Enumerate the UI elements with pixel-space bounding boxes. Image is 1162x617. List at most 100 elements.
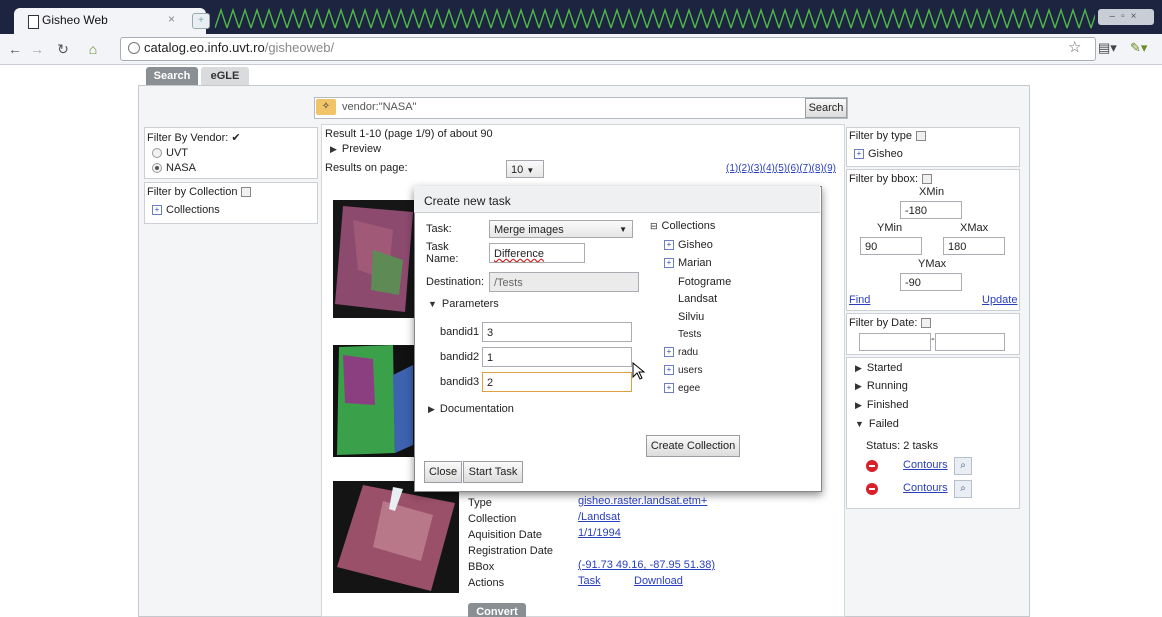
expand-icon[interactable]: +: [152, 205, 162, 216]
document-icon: [28, 15, 39, 29]
expand-icon[interactable]: +: [664, 383, 674, 394]
type-filter-title: Filter by type: [849, 130, 926, 142]
collections-tree-root[interactable]: ⊟ Collections: [650, 220, 715, 232]
documentation-toggle[interactable]: ▶ Documentation: [428, 403, 514, 415]
collection-tree-root[interactable]: + Collections: [152, 204, 220, 216]
vendor-filter-title: Filter By Vendor: ✔: [147, 132, 241, 144]
vendor-option-uvt[interactable]: UVT: [152, 147, 188, 159]
status-failed[interactable]: ▼ Failed: [855, 418, 899, 430]
search-query[interactable]: vendor:"NASA": [342, 101, 416, 113]
magnifier-icon[interactable]: ⌕: [954, 480, 972, 498]
tree-item-tests[interactable]: Tests: [678, 329, 701, 340]
expand-icon[interactable]: +: [854, 149, 864, 160]
detail-bbox-link[interactable]: (-91.73 49.16, -87.95 51.38): [578, 559, 715, 571]
back-icon[interactable]: ←: [6, 40, 24, 58]
param-label-2: bandid2: [440, 351, 480, 363]
ymin-label: YMin: [877, 222, 903, 234]
start-task-button[interactable]: Start Task: [463, 461, 523, 483]
checkbox-icon[interactable]: [922, 174, 933, 185]
xmax-input[interactable]: 180: [943, 237, 1005, 255]
tree-item-silviu[interactable]: Silviu: [678, 311, 704, 323]
param-input-1[interactable]: 3: [482, 322, 632, 342]
ymin-input[interactable]: 90: [860, 237, 922, 255]
expand-icon[interactable]: +: [664, 365, 674, 376]
result-thumbnail-3[interactable]: [333, 481, 459, 593]
checkbox-icon[interactable]: [921, 318, 932, 329]
search-button[interactable]: Search: [805, 98, 847, 118]
radio-checked-icon[interactable]: [152, 163, 162, 174]
date-filter-title: Filter by Date:: [849, 317, 932, 329]
tab-search[interactable]: Search: [146, 67, 198, 85]
tree-item-gisheo[interactable]: + Gisheo: [664, 239, 713, 251]
ymax-input[interactable]: -90: [900, 273, 962, 291]
detail-type-link[interactable]: gisheo.raster.landsat.etm+: [578, 495, 707, 507]
per-page-select[interactable]: 10 ▼: [506, 160, 544, 178]
expand-icon[interactable]: +: [664, 258, 674, 269]
forward-icon[interactable]: →: [28, 40, 46, 58]
tree-item-fotograme[interactable]: Fotograme: [678, 276, 731, 288]
status-started[interactable]: ▶ Started: [855, 362, 902, 374]
home-icon[interactable]: ⌂: [84, 40, 102, 58]
task-name-label: Task Name:: [426, 241, 459, 265]
close-icon[interactable]: ×: [168, 12, 175, 26]
close-button[interactable]: Close: [424, 461, 462, 483]
per-page-label: Results on page:: [325, 162, 408, 174]
status-running[interactable]: ▶ Running: [855, 380, 908, 392]
broom-icon[interactable]: ✧: [316, 99, 336, 115]
page-menu-icon[interactable]: ▤▾: [1098, 40, 1117, 56]
reload-icon[interactable]: ↻: [54, 40, 72, 58]
parameters-toggle[interactable]: ▼ Parameters: [428, 298, 499, 310]
url-text[interactable]: catalog.eo.info.uvt.ro/gisheoweb/: [144, 40, 334, 55]
tree-item-radu[interactable]: + radu: [664, 347, 698, 358]
checkbox-icon[interactable]: [915, 131, 926, 142]
dialog-title: Create new task: [424, 194, 511, 208]
tree-item-marian[interactable]: + Marian: [664, 257, 712, 269]
task-action-link[interactable]: Task: [578, 575, 601, 587]
pagination-links[interactable]: (1)(2)(3)(4)(5)(6)(7)(8)(9): [726, 163, 836, 174]
expand-icon[interactable]: +: [664, 347, 674, 358]
result-detail-labels: Type Collection Aquisition Date Registra…: [468, 495, 553, 591]
tab-egle[interactable]: eGLE: [201, 67, 249, 85]
download-action-link[interactable]: Download: [634, 575, 683, 587]
task-name-input[interactable]: Difference: [489, 243, 585, 263]
xmin-input[interactable]: -180: [900, 201, 962, 219]
result-thumbnail-1[interactable]: [333, 200, 415, 318]
expand-icon[interactable]: +: [664, 240, 674, 251]
tree-item-landsat[interactable]: Landsat: [678, 293, 717, 305]
detail-date-link[interactable]: 1/1/1994: [578, 527, 621, 539]
status-finished[interactable]: ▶ Finished: [855, 399, 909, 411]
date-from-input[interactable]: [859, 333, 931, 351]
update-link[interactable]: Update: [982, 294, 1017, 306]
destination-input[interactable]: /Tests: [489, 272, 639, 292]
create-collection-button[interactable]: Create Collection: [646, 435, 740, 457]
preview-toggle[interactable]: ▶ Preview: [330, 143, 381, 155]
results-summary: Result 1-10 (page 1/9) of about 90: [325, 128, 493, 140]
status-summary: Status: 2 tasks: [866, 440, 939, 452]
magnifier-icon[interactable]: ⌕: [954, 457, 972, 475]
result-thumbnail-2[interactable]: [333, 345, 415, 457]
type-tree-item[interactable]: + Gisheo: [854, 148, 903, 160]
window-controls[interactable]: –▫×: [1098, 9, 1154, 25]
date-to-input[interactable]: [935, 333, 1005, 351]
new-tab-button[interactable]: +: [192, 13, 210, 29]
param-input-2[interactable]: 1: [482, 347, 632, 367]
radio-icon[interactable]: [152, 148, 162, 159]
checkbox-icon[interactable]: [241, 187, 252, 198]
globe-icon: [128, 42, 140, 54]
failed-task-link-1[interactable]: Contours: [903, 459, 948, 471]
detail-collection-link[interactable]: /Landsat: [578, 511, 620, 523]
detail-label-collection: Collection: [468, 513, 517, 525]
vendor-option-nasa[interactable]: NASA: [152, 162, 196, 174]
failed-task-link-2[interactable]: Contours: [903, 482, 948, 494]
find-link[interactable]: Find: [849, 294, 870, 306]
task-select[interactable]: Merge images ▼: [489, 220, 633, 238]
tree-item-users[interactable]: + users: [664, 365, 702, 376]
param-input-3[interactable]: 2: [482, 372, 632, 392]
ymax-label: YMax: [918, 258, 947, 270]
param-label-3: bandid3: [440, 376, 480, 388]
wrench-icon[interactable]: ✎▾: [1130, 40, 1147, 56]
tree-item-egee[interactable]: + egee: [664, 383, 700, 394]
detail-label-type: Type: [468, 497, 492, 509]
bookmark-star-icon[interactable]: ☆: [1068, 38, 1081, 56]
xmin-label: XMin: [919, 186, 945, 198]
